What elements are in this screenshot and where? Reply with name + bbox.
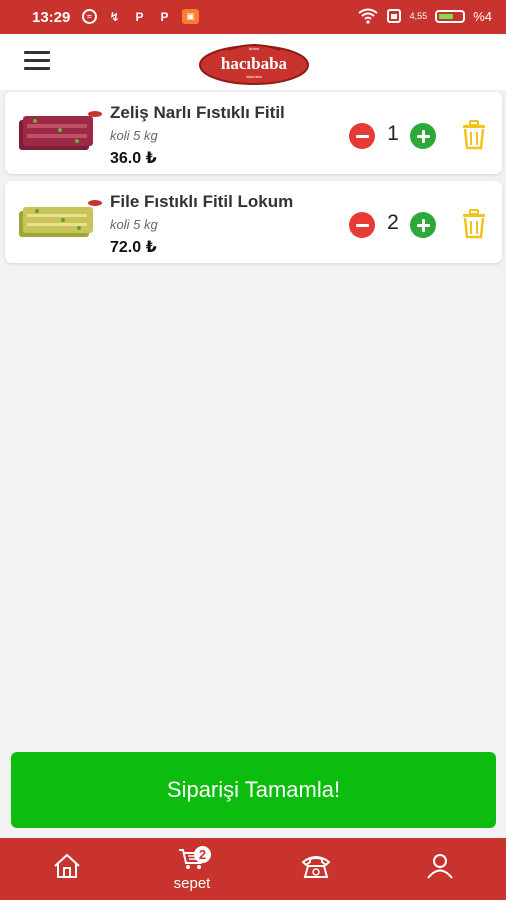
wifi-icon (358, 8, 378, 24)
brand-logo: hacıbaba Anton lokumları (199, 44, 309, 85)
app-notification-icon: ▣ (182, 9, 199, 24)
missed-call-icon: ↯ (109, 9, 120, 24)
nav-profile[interactable] (400, 838, 480, 900)
nav-contact[interactable] (275, 838, 355, 900)
p-app-icon-2: P (160, 9, 169, 24)
product-unit: koli 5 kg (110, 128, 158, 143)
complete-order-button[interactable]: Siparişi Tamamla! (11, 752, 496, 828)
cart-count-badge: 2 (194, 846, 211, 863)
battery-icon (435, 9, 466, 23)
product-image (19, 200, 102, 237)
svg-text:hacıbaba: hacıbaba (221, 54, 288, 73)
trash-icon[interactable] (460, 209, 488, 239)
bottom-navigation: 2 sepet (0, 838, 506, 900)
product-name: File Fıstıklı Fitil Lokum (110, 192, 294, 211)
user-icon (427, 854, 453, 879)
nav-home[interactable] (27, 838, 107, 900)
trash-icon[interactable] (460, 120, 488, 150)
product-name: Zeliş Narlı Fıstıklı Fitil (110, 103, 285, 122)
quantity-value: 1 (387, 122, 399, 145)
decrease-quantity-button[interactable] (349, 123, 375, 149)
nav-cart[interactable]: 2 sepet (152, 838, 232, 900)
product-image (19, 111, 102, 150)
p-app-icon: P (135, 9, 144, 24)
cart-item: File Fıstıklı Fitil Lokum koli 5 kg 72.0… (5, 181, 502, 263)
svg-text:Anton: Anton (249, 46, 259, 51)
increase-quantity-button[interactable] (410, 212, 436, 238)
network-speed: 4,55 (409, 11, 428, 21)
product-unit: koli 5 kg (110, 217, 158, 232)
sim-icon (386, 9, 401, 23)
status-time: 13:29 (32, 9, 71, 26)
product-price: 72.0 ₺ (110, 239, 157, 256)
cart-item: Zeliş Narlı Fıstıklı Fitil koli 5 kg 36.… (5, 92, 502, 174)
status-bar: 13:29 ≈ ↯ P P ▣ 4,55 %4 (0, 0, 506, 34)
app-bar: hacıbaba Anton lokumları (0, 34, 506, 90)
svg-text:lokumları: lokumları (246, 74, 262, 79)
system-icons: 4,55 %4 (358, 8, 492, 24)
home-icon (54, 853, 80, 878)
quantity-value: 2 (387, 211, 399, 234)
hamburger-menu-icon[interactable] (24, 51, 50, 73)
battery-percent: %4 (473, 8, 492, 24)
cart-label: sepet (173, 875, 211, 892)
increase-quantity-button[interactable] (410, 123, 436, 149)
notification-icons: ≈ ↯ P P ▣ (82, 9, 199, 24)
decrease-quantity-button[interactable] (349, 212, 375, 238)
messenger-icon: ≈ (82, 9, 97, 24)
product-price: 36.0 ₺ (110, 150, 157, 167)
telephone-icon (301, 856, 331, 878)
